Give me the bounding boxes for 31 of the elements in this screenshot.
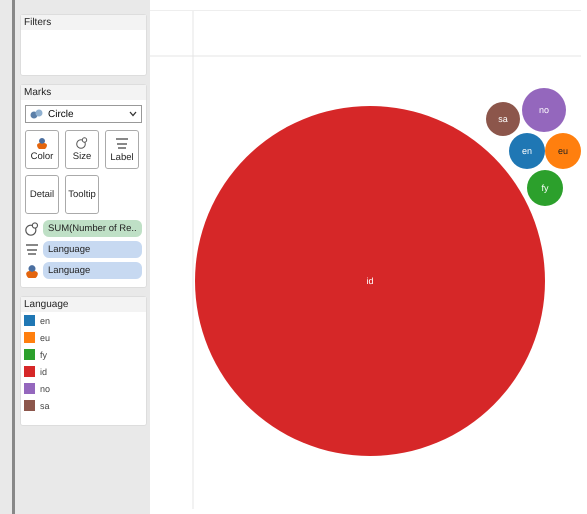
legend-label: eu xyxy=(40,332,50,342)
color-icon xyxy=(25,264,39,278)
legend-label: no xyxy=(40,384,50,394)
legend-label: sa xyxy=(40,400,50,410)
legend-label: fy xyxy=(40,350,48,360)
marks-card[interactable]: Detail xyxy=(25,175,59,214)
bubble[interactable]: no xyxy=(522,88,566,132)
field-pill[interactable]: SUM(Number of Re.. xyxy=(43,220,142,237)
mark-type-dropdown[interactable]: Circle xyxy=(25,105,142,123)
marks-card[interactable]: Size xyxy=(65,130,99,169)
field-pill[interactable]: Language xyxy=(43,262,142,279)
mark-type-value: Circle xyxy=(48,108,75,120)
panel-title: Filters xyxy=(21,15,146,30)
legend-label: id xyxy=(40,366,48,376)
color-icon xyxy=(36,137,48,149)
bubble[interactable]: eu xyxy=(545,133,581,169)
panel-title: Marks xyxy=(21,85,146,100)
text-icon xyxy=(25,243,39,256)
legend-label: en xyxy=(40,316,50,326)
bubble[interactable]: sa xyxy=(486,102,520,136)
size-icon xyxy=(76,137,88,149)
marks-card[interactable]: Tooltip xyxy=(65,175,99,214)
text-icon xyxy=(115,136,129,150)
circles-icon xyxy=(30,109,44,119)
marks-card[interactable]: Color xyxy=(25,130,59,169)
bubble[interactable]: en xyxy=(509,133,545,169)
size-icon xyxy=(25,222,39,236)
field-pill[interactable]: Language xyxy=(43,241,142,258)
caret-icon xyxy=(129,111,137,117)
panel-title: Language xyxy=(21,297,146,312)
marks-card[interactable]: Label xyxy=(105,130,139,169)
